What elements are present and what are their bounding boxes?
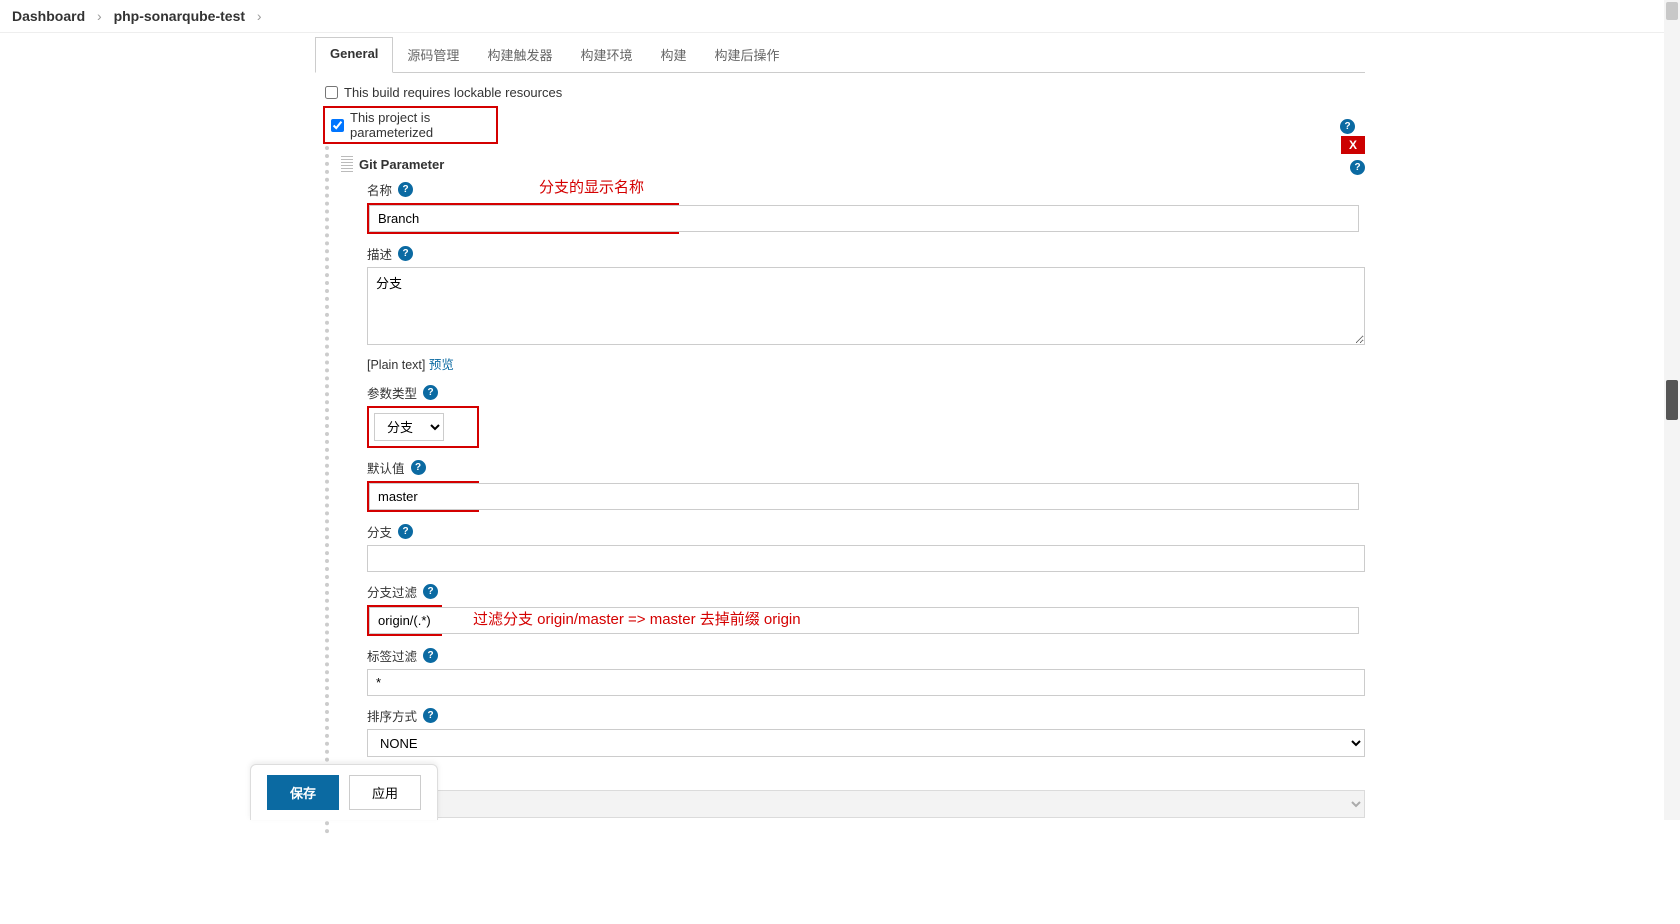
breadcrumb-sep: › bbox=[257, 8, 262, 24]
branch-label: 分支 bbox=[367, 522, 392, 541]
checkbox-lockable[interactable] bbox=[325, 86, 338, 99]
tab-postbuild[interactable]: 构建后操作 bbox=[700, 37, 793, 72]
checkbox-parameterized-row: This project is parameterized bbox=[323, 106, 498, 144]
help-icon[interactable]: ? bbox=[423, 584, 438, 599]
tag-filter-input[interactable] bbox=[367, 669, 1365, 696]
branch-filter-label: 分支过滤 bbox=[367, 582, 417, 601]
tag-filter-label: 标签过滤 bbox=[367, 646, 417, 665]
checkbox-lockable-row: This build requires lockable resources bbox=[315, 81, 1365, 104]
section-title: Git Parameter bbox=[359, 157, 444, 172]
description-label: 描述 bbox=[367, 244, 392, 263]
branch-input[interactable] bbox=[367, 545, 1365, 572]
name-label: 名称 bbox=[367, 180, 392, 199]
branch-filter-input[interactable] bbox=[369, 607, 1359, 634]
help-icon[interactable]: ? bbox=[1350, 160, 1365, 175]
footer-actions: 保存 应用 bbox=[250, 764, 438, 820]
checkbox-lockable-label: This build requires lockable resources bbox=[344, 85, 562, 100]
param-type-select[interactable]: 分支 bbox=[374, 413, 444, 441]
sort-select[interactable]: NONE bbox=[367, 729, 1365, 757]
checkbox-parameterized[interactable] bbox=[331, 119, 344, 132]
help-icon[interactable]: ? bbox=[423, 708, 438, 723]
selected-select: NONE bbox=[367, 790, 1365, 818]
tab-environment[interactable]: 构建环境 bbox=[566, 37, 646, 72]
apply-button[interactable]: 应用 bbox=[349, 775, 421, 810]
help-icon[interactable]: ? bbox=[411, 460, 426, 475]
scrollbar-thumb[interactable] bbox=[1666, 380, 1678, 420]
breadcrumb-project[interactable]: php-sonarqube-test bbox=[114, 8, 245, 24]
git-parameter-section: X ? Git Parameter 名称 ? 分支的显示名称 描述 ? bbox=[325, 146, 1365, 834]
vertical-scrollbar[interactable] bbox=[1664, 0, 1680, 820]
help-icon[interactable]: ? bbox=[398, 182, 413, 197]
help-icon[interactable]: ? bbox=[1340, 119, 1355, 134]
tab-build[interactable]: 构建 bbox=[646, 37, 700, 72]
tab-triggers[interactable]: 构建触发器 bbox=[473, 37, 566, 72]
help-icon[interactable]: ? bbox=[423, 648, 438, 663]
breadcrumb-sep: › bbox=[97, 8, 102, 24]
plain-text-label: [Plain text] bbox=[367, 358, 425, 372]
sort-label: 排序方式 bbox=[367, 706, 417, 725]
help-icon[interactable]: ? bbox=[398, 524, 413, 539]
help-icon[interactable]: ? bbox=[398, 246, 413, 261]
tab-scm[interactable]: 源码管理 bbox=[393, 37, 473, 72]
name-input[interactable] bbox=[369, 205, 1359, 232]
config-tabs: General 源码管理 构建触发器 构建环境 构建 构建后操作 bbox=[315, 37, 1365, 73]
default-input[interactable] bbox=[369, 483, 1359, 510]
description-input[interactable]: 分支 bbox=[367, 267, 1365, 345]
save-button[interactable]: 保存 bbox=[267, 775, 339, 810]
default-label: 默认值 bbox=[367, 458, 405, 477]
breadcrumb-dashboard[interactable]: Dashboard bbox=[12, 8, 85, 24]
breadcrumb: Dashboard › php-sonarqube-test › bbox=[0, 0, 1680, 33]
tab-general[interactable]: General bbox=[315, 37, 393, 73]
preview-link[interactable]: 预览 bbox=[429, 358, 454, 372]
scrollbar-thumb-top[interactable] bbox=[1666, 2, 1678, 20]
delete-parameter-button[interactable]: X bbox=[1341, 136, 1365, 154]
help-icon[interactable]: ? bbox=[423, 385, 438, 400]
checkbox-parameterized-label: This project is parameterized bbox=[350, 110, 490, 140]
param-type-label: 参数类型 bbox=[367, 383, 417, 402]
drag-handle-icon[interactable] bbox=[341, 156, 353, 172]
